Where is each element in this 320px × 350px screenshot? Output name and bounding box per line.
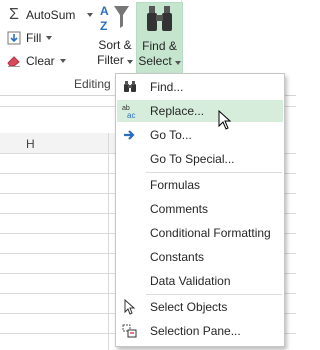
sigma-icon: Σ xyxy=(9,6,19,23)
sort-filter-label-1: Sort & xyxy=(98,38,132,52)
arrow-right-icon xyxy=(122,127,138,143)
sort-filter-label-2: Filter xyxy=(95,53,135,68)
menu-item-formulas[interactable]: Formulas xyxy=(117,174,283,196)
sort-filter-icon: A Z xyxy=(95,2,135,38)
menu-item-label: Selection Pane... xyxy=(150,324,241,338)
find-select-menu: Find... ab ac Replace... Go To... Go To S… xyxy=(115,73,285,347)
clear-label: Clear xyxy=(26,54,55,68)
eraser-icon xyxy=(6,53,22,69)
menu-item-label: Data Validation xyxy=(150,274,231,288)
menu-item-conditional-formatting[interactable]: Conditional Formatting xyxy=(117,222,283,244)
menu-item-label: Find... xyxy=(150,80,184,94)
autosum-button[interactable]: Σ AutoSum xyxy=(6,5,94,25)
binoculars-icon xyxy=(137,3,182,39)
menu-item-label: Conditional Formatting xyxy=(150,226,271,240)
fill-label: Fill xyxy=(26,31,42,45)
menu-item-label: Select Objects xyxy=(150,300,228,314)
menu-item-go-to-special[interactable]: Go To Special... xyxy=(117,148,283,170)
svg-text:ac: ac xyxy=(127,111,135,119)
menu-item-label: Formulas xyxy=(150,178,201,192)
sort-filter-button[interactable]: A Z Sort & Filter xyxy=(95,2,135,74)
menu-item-selection-pane[interactable]: Selection Pane... xyxy=(117,320,283,342)
menu-separator xyxy=(146,294,282,295)
fill-down-icon xyxy=(6,30,22,46)
column-header-bar xyxy=(0,133,120,154)
menu-item-label: Replace... xyxy=(150,104,205,118)
column-line xyxy=(108,133,109,350)
menu-item-data-validation[interactable]: Data Validation xyxy=(117,270,283,292)
menu-item-label: Go To... xyxy=(150,128,192,142)
find-select-label-1: Find & xyxy=(142,39,177,53)
menu-item-label: Go To Special... xyxy=(150,152,235,166)
menu-item-find[interactable]: Find... xyxy=(117,76,283,98)
clear-button[interactable]: Clear xyxy=(6,51,66,71)
clear-dropdown-icon[interactable] xyxy=(59,59,66,63)
menu-item-comments[interactable]: Comments xyxy=(117,198,283,220)
fill-dropdown-icon[interactable] xyxy=(46,36,53,40)
svg-text:Z: Z xyxy=(100,19,107,33)
menu-item-label: Comments xyxy=(150,202,209,216)
menu-separator xyxy=(146,172,282,173)
fill-button[interactable]: Fill xyxy=(6,28,53,48)
menu-item-select-objects[interactable]: Select Objects xyxy=(117,296,283,318)
selection-pane-icon xyxy=(122,323,138,339)
menu-item-replace[interactable]: ab ac Replace... xyxy=(117,100,283,130)
replace-icon: ab ac xyxy=(122,103,138,119)
find-select-button[interactable]: Find & Select xyxy=(136,2,183,76)
menu-item-go-to[interactable]: Go To... xyxy=(117,124,283,146)
menu-item-constants[interactable]: Constants xyxy=(117,246,283,268)
editing-group-label: Editing xyxy=(74,77,111,91)
autosum-dropdown-icon[interactable] xyxy=(87,13,94,17)
column-header-h[interactable]: H xyxy=(26,137,35,151)
binoculars-icon xyxy=(122,79,138,95)
select-objects-icon xyxy=(122,299,138,315)
find-select-label-2: Select xyxy=(137,54,182,69)
menu-item-label: Constants xyxy=(150,250,205,264)
svg-text:A: A xyxy=(100,4,109,18)
autosum-label: AutoSum xyxy=(26,8,76,22)
